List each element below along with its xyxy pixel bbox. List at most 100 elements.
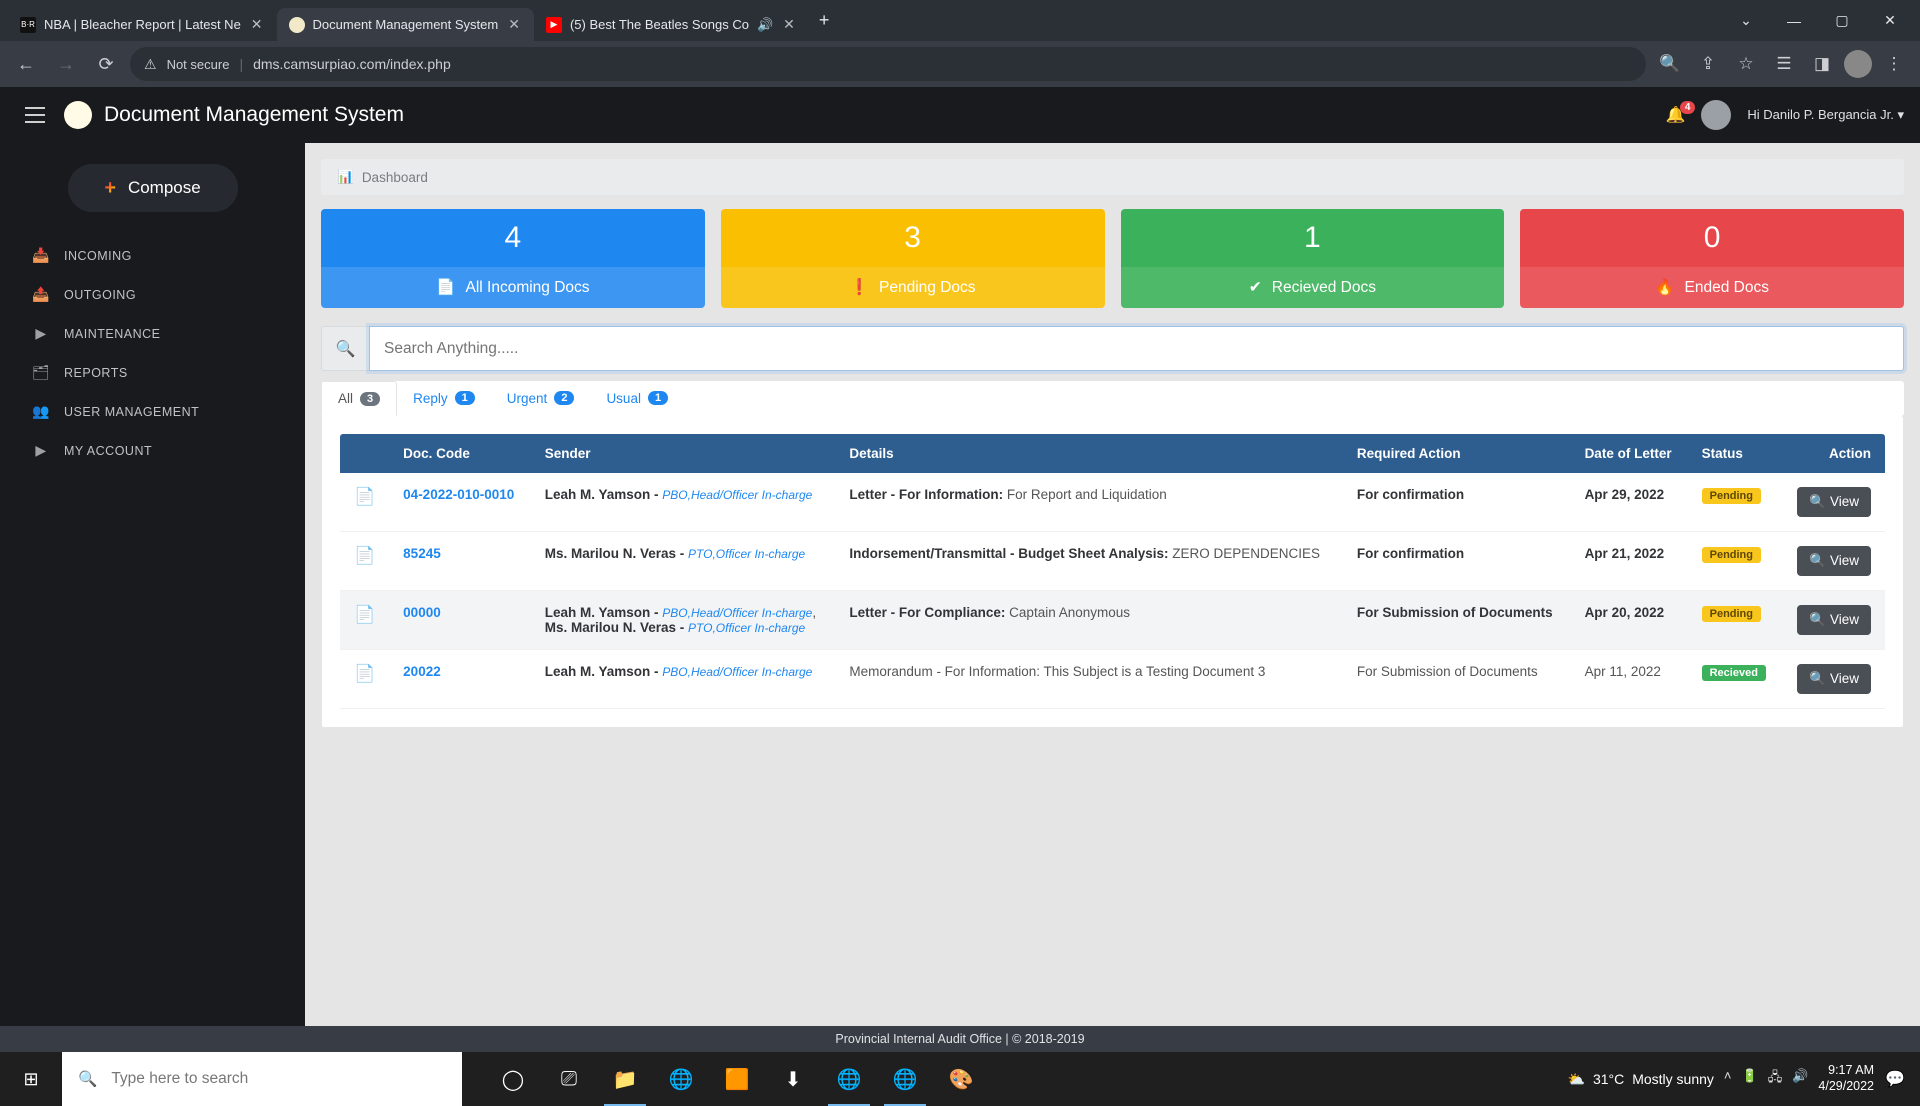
sidebar-item-maintenance[interactable]: ▶ MAINTENANCE — [0, 314, 305, 353]
filter-tab-all[interactable]: All 3 — [321, 381, 397, 416]
browser-tab-2[interactable]: ▶ (5) Best The Beatles Songs Co 🔊 ✕ — [534, 8, 809, 41]
sidebar-item-outgoing[interactable]: 📤 OUTGOING — [0, 275, 305, 314]
status-badge: Pending — [1702, 488, 1761, 504]
kebab-menu-icon[interactable]: ⋮ — [1878, 48, 1910, 80]
volume-icon[interactable]: 🔊 — [1792, 1068, 1808, 1090]
audio-icon[interactable]: 🔊 — [757, 17, 773, 33]
chrome-running-icon[interactable]: 🌐 — [822, 1052, 876, 1106]
search-button[interactable]: 🔍 — [321, 326, 369, 371]
sidebar: + Compose 📥 INCOMING 📤 OUTGOING ▶ MAINTE… — [0, 143, 305, 1026]
chrome-icon[interactable]: 🌐 — [654, 1052, 708, 1106]
zoom-icon[interactable]: 🔍 — [1654, 48, 1686, 80]
taskbar-search[interactable]: 🔍 Type here to search — [62, 1052, 462, 1106]
doc-code-link[interactable]: 20022 — [403, 664, 441, 679]
compose-button[interactable]: + Compose — [68, 164, 238, 212]
back-button[interactable]: ← — [10, 48, 42, 80]
card-count: 4 — [321, 209, 705, 267]
side-panel-icon[interactable]: ◨ — [1806, 48, 1838, 80]
doc-code-link[interactable]: 04-2022-010-0010 — [403, 487, 514, 502]
bookmark-icon[interactable]: ☆ — [1730, 48, 1762, 80]
close-window-button[interactable]: ✕ — [1868, 5, 1912, 37]
required-action-cell: For Submission of Documents — [1343, 650, 1571, 709]
new-tab-button[interactable]: + — [809, 10, 840, 31]
document-icon: 📄 — [354, 605, 375, 624]
search-input[interactable] — [369, 326, 1904, 371]
reading-list-icon[interactable]: ☰ — [1768, 48, 1800, 80]
tab-close-icon[interactable]: ✕ — [249, 16, 265, 33]
task-view-button[interactable]: ◯ — [486, 1052, 540, 1106]
plus-icon: + — [104, 177, 116, 200]
tab-title: Document Management System — [313, 17, 499, 32]
card-ended-docs[interactable]: 0 🔥Ended Docs — [1520, 209, 1904, 308]
weather-icon: ⛅ — [1568, 1071, 1585, 1088]
user-menu[interactable]: Hi Danilo P. Bergancia Jr. ▾ — [1747, 107, 1904, 123]
column-header: Sender — [531, 434, 836, 473]
app-icon[interactable]: ⬇ — [766, 1052, 820, 1106]
filter-label: Reply — [413, 391, 448, 406]
main-content: 📊 Dashboard 4 📄All Incoming Docs 3 ❗Pend… — [305, 143, 1920, 1026]
browser-tab-1[interactable]: Document Management System ✕ — [277, 8, 534, 41]
view-button[interactable]: 🔍 View — [1797, 605, 1871, 635]
filter-count: 1 — [648, 391, 668, 405]
favicon: B·R — [20, 17, 36, 33]
view-button[interactable]: 🔍 View — [1797, 546, 1871, 576]
share-icon[interactable]: ⇪ — [1692, 48, 1724, 80]
forward-button[interactable]: → — [50, 48, 82, 80]
sublime-icon[interactable]: 🟧 — [710, 1052, 764, 1106]
window-controls: ⌄ — ▢ ✕ — [1724, 5, 1912, 37]
tab-close-icon[interactable]: ✕ — [781, 16, 797, 33]
start-button[interactable]: ⊞ — [0, 1052, 62, 1106]
sidebar-item-reports[interactable]: 🗂 REPORTS — [0, 353, 305, 392]
notifications-button[interactable]: 🔔4 — [1665, 105, 1685, 125]
filter-count: 1 — [455, 391, 475, 405]
minimize-button[interactable]: — — [1772, 5, 1816, 37]
filter-tab-urgent[interactable]: Urgent 2 — [491, 381, 591, 416]
browser-tab-0[interactable]: B·R NBA | Bleacher Report | Latest Ne ✕ — [8, 8, 277, 41]
filter-tabs: All 3 Reply 1 Urgent 2 Usual 1 — [321, 381, 1904, 416]
sidebar-item-label: MAINTENANCE — [64, 327, 160, 341]
filter-label: Urgent — [507, 391, 548, 406]
user-avatar[interactable] — [1701, 100, 1731, 130]
doc-code-link[interactable]: 00000 — [403, 605, 441, 620]
doc-code-link[interactable]: 85245 — [403, 546, 441, 561]
favicon: ▶ — [546, 17, 562, 33]
required-action-cell: For confirmation — [1343, 532, 1571, 591]
taskbar-clock[interactable]: 9:17 AM 4/29/2022 — [1818, 1063, 1874, 1094]
view-button[interactable]: 🔍 View — [1797, 487, 1871, 517]
battery-icon[interactable]: 🔋 — [1742, 1068, 1758, 1090]
profile-avatar[interactable] — [1844, 50, 1872, 78]
paint-icon[interactable]: 🎨 — [934, 1052, 988, 1106]
required-action-cell: For confirmation — [1343, 473, 1571, 532]
browser-tab-strip: B·R NBA | Bleacher Report | Latest Ne ✕ … — [0, 0, 1920, 41]
sidebar-item-my-account[interactable]: ▶ MY ACCOUNT — [0, 431, 305, 470]
network-icon[interactable]: 🖧 — [1768, 1068, 1783, 1090]
sidebar-item-incoming[interactable]: 📥 INCOMING — [0, 236, 305, 275]
card-all-incoming-docs[interactable]: 4 📄All Incoming Docs — [321, 209, 705, 308]
action-center-icon[interactable]: 💬 — [1884, 1069, 1906, 1089]
sidebar-item-icon: ▶ — [32, 442, 50, 459]
tab-title: (5) Best The Beatles Songs Co — [570, 17, 749, 32]
weather-temp: 31°C — [1593, 1071, 1624, 1087]
maximize-button[interactable]: ▢ — [1820, 5, 1864, 37]
chrome-running-2-icon[interactable]: 🌐 — [878, 1052, 932, 1106]
card-recieved-docs[interactable]: 1 ✔Recieved Docs — [1121, 209, 1505, 308]
chevron-up-icon[interactable]: ˄ — [1724, 1068, 1732, 1090]
url-input[interactable]: ⚠ Not secure | dms.camsurpiao.com/index.… — [130, 47, 1646, 81]
details-cell: Letter - For Information: For Report and… — [835, 473, 1342, 532]
cortana-button[interactable]: ⎚ — [542, 1052, 596, 1106]
view-button[interactable]: 🔍 View — [1797, 664, 1871, 694]
filter-tab-reply[interactable]: Reply 1 — [397, 381, 491, 416]
system-tray[interactable]: ˄ 🔋 🖧 🔊 — [1724, 1068, 1808, 1090]
file-explorer-icon[interactable]: 📁 — [598, 1052, 652, 1106]
menu-toggle-button[interactable] — [16, 96, 54, 134]
tab-title: NBA | Bleacher Report | Latest Ne — [44, 17, 241, 32]
filter-tab-usual[interactable]: Usual 1 — [590, 381, 684, 416]
favicon — [289, 17, 305, 33]
card-pending-docs[interactable]: 3 ❗Pending Docs — [721, 209, 1105, 308]
sidebar-item-user-management[interactable]: 👥 USER MANAGEMENT — [0, 392, 305, 431]
weather-widget[interactable]: ⛅ 31°C Mostly sunny — [1568, 1071, 1714, 1088]
details-cell: Indorsement/Transmittal - Budget Sheet A… — [835, 532, 1342, 591]
tab-close-icon[interactable]: ✕ — [506, 16, 522, 33]
reload-button[interactable]: ⟳ — [90, 48, 122, 80]
tabs-dropdown-icon[interactable]: ⌄ — [1724, 5, 1768, 37]
